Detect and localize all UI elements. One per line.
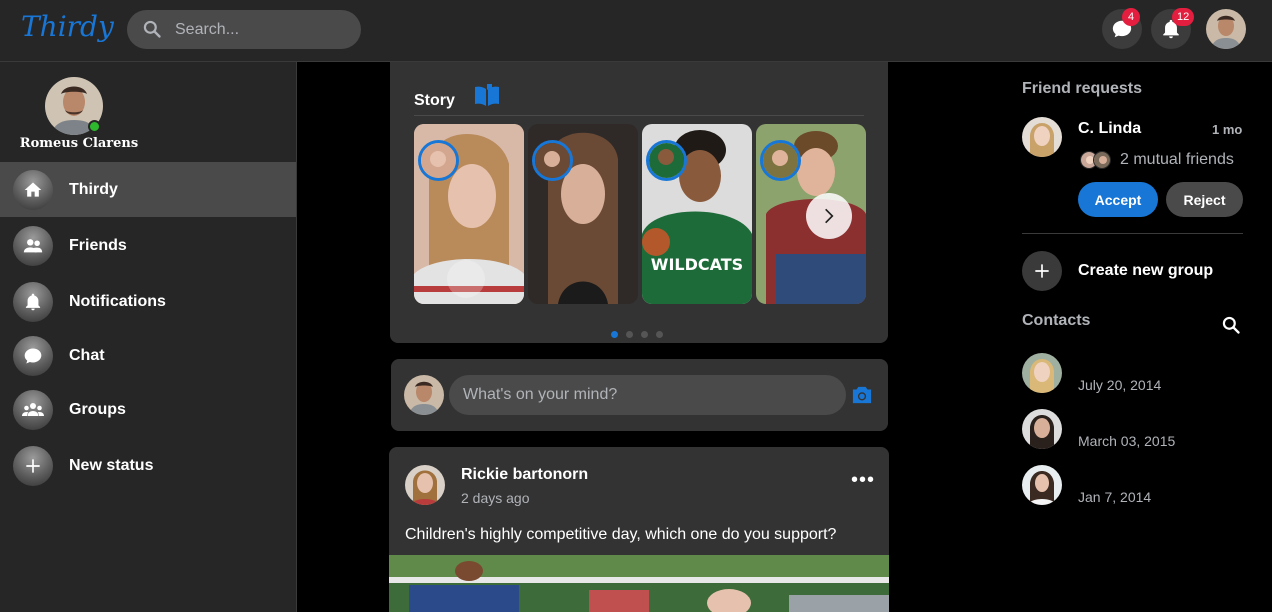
compose-avatar	[404, 375, 444, 415]
contact-date: March 03, 2015	[1078, 433, 1176, 449]
story-prev-button[interactable]	[447, 260, 485, 298]
story-divider	[414, 115, 864, 116]
pagination-dot[interactable]	[641, 331, 648, 338]
more-options-icon[interactable]: •••	[851, 469, 875, 492]
left-sidebar: Romeus Clarens Thirdy Friends Notificati…	[0, 62, 297, 612]
story-avatar	[532, 140, 573, 181]
post-card: Rickie bartonorn 2 days ago ••• Children…	[389, 447, 889, 612]
sidebar-item-label: New status	[69, 456, 154, 474]
contacts-title: Contacts	[1022, 312, 1091, 329]
svg-text:WILDCATS: WILDCATS	[651, 255, 743, 274]
sidebar-item-friends[interactable]: Friends	[0, 218, 296, 273]
search-icon[interactable]	[1221, 315, 1241, 335]
top-bar: Thirdy 4 12	[0, 0, 1272, 62]
sidebar-item-label: Chat	[69, 346, 105, 364]
notifications-button[interactable]: 12	[1151, 8, 1195, 49]
contact-avatar[interactable]	[1022, 409, 1062, 449]
notifications-badge: 12	[1172, 8, 1195, 26]
mutual-friends-count[interactable]: 2 mutual friends	[1120, 151, 1234, 169]
post-author-name[interactable]: Rickie bartonorn	[461, 466, 588, 484]
post-author-avatar[interactable]	[405, 465, 445, 505]
story-card: Story WILDCATS	[390, 62, 888, 343]
post-text: Children's highly competitive day, which…	[405, 526, 837, 543]
story-item[interactable]: WILDCATS	[642, 124, 752, 304]
sidebar-item-new-status[interactable]: New status	[0, 438, 296, 493]
story-next-button[interactable]	[806, 193, 852, 239]
user-avatar[interactable]	[1206, 9, 1246, 49]
online-indicator	[88, 120, 101, 133]
search-input[interactable]	[175, 10, 355, 49]
plus-icon	[1035, 264, 1049, 278]
story-item[interactable]	[414, 124, 524, 304]
friend-requests-title: Friend requests	[1022, 80, 1143, 97]
divider	[1022, 233, 1243, 234]
messages-badge: 4	[1122, 8, 1140, 26]
story-avatar	[760, 140, 801, 181]
chat-icon	[13, 335, 53, 376]
contact-date: Jan 7, 2014	[1078, 489, 1152, 505]
book-icon[interactable]	[473, 84, 501, 108]
search-icon	[143, 20, 161, 38]
camera-icon[interactable]	[851, 385, 873, 405]
sidebar-item-notifications[interactable]: Notifications	[0, 274, 296, 329]
story-avatar	[418, 140, 459, 181]
app-logo[interactable]: Thirdy	[21, 10, 114, 43]
story-avatar	[646, 140, 687, 181]
pagination-dot[interactable]	[611, 331, 618, 338]
sidebar-item-label: Thirdy	[69, 180, 118, 198]
compose-card	[391, 359, 888, 431]
groups-icon	[13, 389, 53, 430]
sidebar-item-label: Friends	[69, 236, 127, 254]
contact-avatar[interactable]	[1022, 465, 1062, 505]
profile-name[interactable]: Romeus Clarens	[0, 136, 158, 151]
friend-request-name[interactable]: C. Linda	[1078, 120, 1141, 138]
bell-icon	[13, 281, 53, 322]
friend-request-avatar[interactable]	[1022, 117, 1062, 157]
status-input[interactable]	[449, 375, 846, 415]
contact-date: July 20, 2014	[1078, 377, 1162, 393]
story-item[interactable]	[528, 124, 638, 304]
story-pagination	[611, 331, 663, 338]
sidebar-item-chat[interactable]: Chat	[0, 328, 296, 383]
pagination-dot[interactable]	[626, 331, 633, 338]
contact-avatar[interactable]	[1022, 353, 1062, 393]
pagination-dot[interactable]	[656, 331, 663, 338]
post-timestamp[interactable]: 2 days ago	[461, 490, 530, 506]
friends-icon	[13, 225, 53, 266]
sidebar-item-thirdy[interactable]: Thirdy	[0, 162, 296, 217]
search-box[interactable]	[127, 10, 361, 49]
accept-button[interactable]: Accept	[1078, 182, 1158, 217]
create-group-button[interactable]	[1022, 251, 1062, 291]
plus-icon	[13, 445, 53, 486]
post-image[interactable]	[389, 555, 889, 612]
story-title: Story	[414, 92, 455, 109]
mutual-friend-avatar	[1093, 151, 1111, 169]
sidebar-item-groups[interactable]: Groups	[0, 382, 296, 437]
create-group-label[interactable]: Create new group	[1078, 262, 1213, 280]
chevron-right-icon	[825, 208, 834, 224]
sidebar-item-label: Notifications	[69, 292, 166, 310]
messages-button[interactable]: 4	[1102, 8, 1142, 49]
home-icon	[13, 169, 53, 210]
friend-request-time: 1 mo	[1212, 122, 1243, 137]
sidebar-item-label: Groups	[69, 400, 126, 418]
reject-button[interactable]: Reject	[1166, 182, 1243, 217]
